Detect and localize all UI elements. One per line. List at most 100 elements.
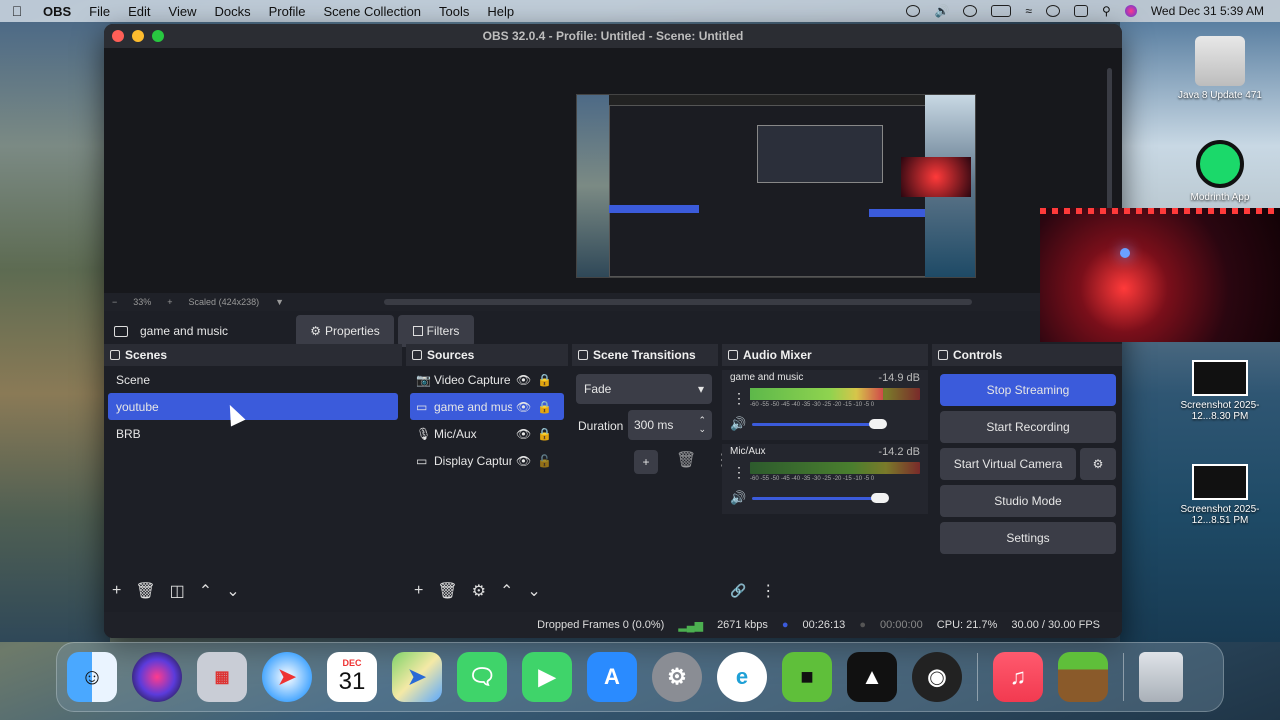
speaker-icon[interactable]: 🔊 (730, 416, 746, 432)
menu-app-name[interactable]: OBS (34, 4, 80, 19)
finder-icon[interactable]: ☺ (67, 652, 117, 702)
wifi-icon[interactable]: ≈ (1025, 4, 1032, 18)
source-properties-gear-icon[interactable]: ⚙ (472, 581, 486, 601)
source-item[interactable]: 📷 Video Capture 👁 🔒 (410, 366, 564, 393)
source-item[interactable]: 🎙 Mic/Aux 👁 🔒 (410, 420, 564, 447)
menu-docks[interactable]: Docks (205, 4, 259, 19)
maps-icon[interactable]: ➤ (392, 652, 442, 702)
scene-transitions-dock: Scene Transitions Fade ▾ Duration 300 ms… (572, 344, 730, 606)
zoom-in-button[interactable]: + (167, 297, 172, 307)
remove-transition-icon[interactable]: 🗑 (676, 450, 696, 474)
add-scene-icon[interactable]: + (112, 582, 121, 600)
menu-scene-collection[interactable]: Scene Collection (314, 4, 430, 19)
siri-icon[interactable] (132, 652, 182, 702)
edge-icon[interactable]: e (717, 652, 767, 702)
visibility-eye-icon[interactable]: 👁 (516, 427, 531, 441)
app-store-icon[interactable]: A (587, 652, 637, 702)
trash-icon[interactable] (1139, 652, 1183, 702)
virtual-camera-settings-button[interactable]: ⚙ (1080, 448, 1116, 480)
menu-file[interactable]: File (80, 4, 119, 19)
desktop-icon-screenshot-1[interactable]: Screenshot 2025-12...8.30 PM (1165, 360, 1275, 422)
apple-menu-icon[interactable]:  (0, 3, 34, 19)
program-preview[interactable] (104, 48, 1122, 293)
advanced-audio-icon[interactable]: 🔗 (730, 583, 746, 599)
unlock-icon[interactable]: 🔓 (537, 454, 552, 468)
visibility-eye-icon[interactable]: 👁 (516, 454, 531, 468)
mixer-dock-header[interactable]: Audio Mixer (722, 344, 928, 366)
menu-help[interactable]: Help (478, 4, 523, 19)
add-source-icon[interactable]: + (414, 582, 423, 600)
battery-icon[interactable] (991, 5, 1012, 17)
move-source-up-icon[interactable]: ⌃ (500, 581, 513, 601)
control-center-icon[interactable] (1074, 5, 1089, 17)
spotlight-search-icon[interactable]: ⚲ (1102, 4, 1111, 18)
channel-menu-icon[interactable]: ⋮ (732, 464, 746, 481)
menu-profile[interactable]: Profile (260, 4, 315, 19)
lock-icon[interactable]: 🔒 (537, 427, 552, 441)
source-item-selected[interactable]: ▭ game and music 👁 🔒 (410, 393, 564, 420)
siri-menu-icon[interactable] (1124, 5, 1137, 17)
start-virtual-camera-button[interactable]: Start Virtual Camera (940, 448, 1076, 480)
visibility-eye-icon[interactable]: 👁 (516, 373, 531, 387)
stop-streaming-button[interactable]: Stop Streaming (940, 374, 1116, 406)
start-recording-button[interactable]: Start Recording (940, 411, 1116, 443)
controls-dock-header[interactable]: Controls (932, 344, 1122, 366)
lock-icon[interactable]: 🔒 (537, 373, 552, 387)
remove-source-icon[interactable]: 🗑 (437, 581, 457, 601)
channel-menu-icon[interactable]: ⋮ (732, 390, 746, 407)
messages-icon[interactable]: 🗨 (457, 652, 507, 702)
mixer-menu-icon[interactable]: ⋮ (760, 581, 776, 601)
scene-item[interactable]: Scene (108, 366, 398, 393)
safari-icon[interactable]: ➤ (262, 652, 312, 702)
play-status-icon[interactable] (963, 5, 978, 17)
settings-button[interactable]: Settings (940, 522, 1116, 554)
desktop-icon-screenshot-2[interactable]: Screenshot 2025-12...8.51 PM (1165, 464, 1275, 526)
menu-edit[interactable]: Edit (119, 4, 159, 19)
menu-clock[interactable]: Wed Dec 31 5:39 AM (1151, 4, 1264, 18)
transitions-dock-header[interactable]: Scene Transitions (572, 344, 718, 366)
obs-icon[interactable]: ◉ (912, 652, 962, 702)
menu-view[interactable]: View (160, 4, 206, 19)
anvil-icon[interactable]: ▲ (847, 652, 897, 702)
move-scene-down-icon[interactable]: ⌄ (226, 581, 239, 601)
scene-item-selected[interactable]: youtube (108, 393, 398, 420)
transition-type-select[interactable]: Fade ▾ (576, 374, 712, 404)
volume-icon[interactable]: 🔊 (934, 4, 949, 18)
sources-dock-header[interactable]: Sources (406, 344, 568, 366)
facetime-icon[interactable]: ▶ (522, 652, 572, 702)
volume-slider-knob[interactable] (870, 493, 889, 503)
preview-horizontal-scrollbar[interactable] (384, 299, 972, 305)
remove-scene-icon[interactable]: 🗑 (135, 581, 155, 601)
source-item[interactable]: ▭ Display Capture 👁 🔓 (410, 447, 564, 474)
minecraft-icon[interactable]: ■ (782, 652, 832, 702)
properties-button[interactable]: ⚙ Properties (296, 315, 394, 347)
minecraft-block-icon[interactable] (1058, 652, 1108, 702)
scenes-dock-header[interactable]: Scenes (104, 344, 402, 366)
add-transition-icon[interactable]: + (634, 450, 658, 474)
speaker-icon[interactable]: 🔊 (730, 490, 746, 506)
music-icon[interactable]: ♫ (993, 652, 1043, 702)
user-icon[interactable] (1046, 5, 1061, 17)
move-source-down-icon[interactable]: ⌄ (527, 581, 540, 601)
desktop-icon-modrinth[interactable]: Modrinth App (1165, 140, 1275, 203)
duration-stepper[interactable]: 300 ms ⌃ ⌄ (628, 410, 712, 440)
obs-status-icon[interactable] (906, 5, 921, 17)
volume-slider[interactable] (752, 492, 922, 506)
scene-filters-icon[interactable]: ◫ (170, 581, 185, 601)
calendar-icon[interactable]: DEC 31 (327, 652, 377, 702)
filters-button[interactable]: Filters (398, 315, 474, 347)
zoom-level[interactable]: 33% (133, 297, 151, 307)
lock-icon[interactable]: 🔒 (537, 400, 552, 414)
launchpad-icon[interactable]: ▦ (197, 652, 247, 702)
scene-item[interactable]: BRB (108, 420, 398, 447)
zoom-out-button[interactable]: − (112, 297, 117, 307)
move-scene-up-icon[interactable]: ⌃ (199, 581, 212, 601)
studio-mode-button[interactable]: Studio Mode (940, 485, 1116, 517)
desktop-icon-java[interactable]: Java 8 Update 471 (1165, 36, 1275, 101)
system-settings-icon[interactable]: ⚙ (652, 652, 702, 702)
visibility-eye-icon[interactable]: 👁 (516, 400, 531, 414)
volume-slider-knob[interactable] (868, 419, 887, 429)
menu-tools[interactable]: Tools (430, 4, 478, 19)
scale-dropdown-icon[interactable]: ▼ (275, 297, 284, 307)
volume-slider[interactable] (752, 418, 922, 432)
